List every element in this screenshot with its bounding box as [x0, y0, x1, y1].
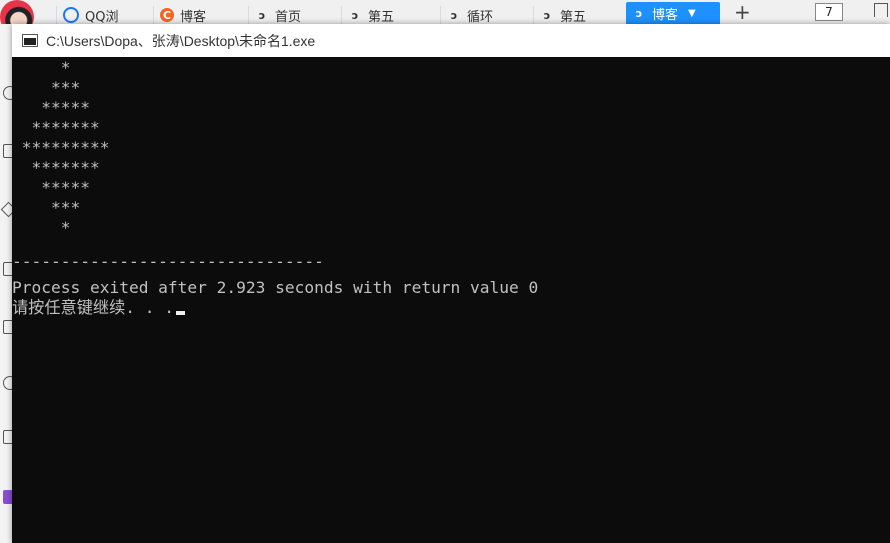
- browser-tab-fifth-1[interactable]: ↄ 第五: [341, 6, 439, 24]
- csdn-blog-icon: C: [160, 8, 174, 22]
- qq-browser-icon: [63, 7, 79, 23]
- paw-icon: ↄ: [351, 8, 359, 22]
- console-window-title: C:\Users\Dopa、张涛\Desktop\未命名1.exe: [46, 32, 316, 49]
- console-prompt-line: 请按任意键继续. . .: [12, 298, 186, 318]
- star-icon[interactable]: [0, 201, 12, 218]
- console-process-exit-line: Process exited after 2.923 seconds with …: [12, 278, 539, 297]
- tab-label: QQ浏: [85, 9, 119, 25]
- chevron-down-icon[interactable]: ▼: [688, 8, 696, 19]
- text-cursor: [176, 311, 186, 315]
- browser-tab-qq[interactable]: QQ浏: [56, 6, 152, 24]
- tab-label: 博客: [652, 7, 679, 23]
- browser-tab-fifth-2[interactable]: ↄ 第五: [533, 6, 625, 24]
- console-line: *: [12, 218, 71, 237]
- paw-icon: ↄ: [543, 8, 551, 22]
- tab-label: 循环: [467, 9, 494, 25]
- console-line: *********: [12, 138, 110, 157]
- tab-label: 第五: [560, 9, 587, 25]
- browser-tab-loop[interactable]: ↄ 循环: [440, 6, 532, 24]
- chat-icon[interactable]: [3, 376, 12, 390]
- console-app-icon: [22, 34, 38, 47]
- console-line: *******: [12, 118, 100, 137]
- window-restore-icon[interactable]: [874, 3, 888, 17]
- history-icon[interactable]: [3, 86, 12, 100]
- console-line: *******: [12, 158, 100, 177]
- console-title-bar[interactable]: C:\Users\Dopa、张涛\Desktop\未命名1.exe: [12, 24, 890, 57]
- console-output[interactable]: * *** ***** ******* ********* ******* **…: [12, 57, 890, 543]
- console-prompt-text: 请按任意键继续. . .: [12, 298, 175, 317]
- console-line: *****: [12, 98, 90, 117]
- console-line: *: [12, 58, 71, 77]
- console-separator: --------------------------------: [12, 252, 324, 271]
- app-icon[interactable]: [3, 490, 12, 504]
- user-avatar[interactable]: [0, 0, 34, 24]
- console-line: ***: [12, 198, 81, 217]
- browser-tab-blog[interactable]: C 博客: [153, 6, 241, 24]
- browser-tab-home[interactable]: ↄ 首页: [248, 6, 340, 24]
- cart-icon[interactable]: [3, 430, 12, 444]
- console-line: *****: [12, 178, 90, 197]
- tab-label: 首页: [275, 9, 302, 25]
- tab-count-badge[interactable]: 7: [815, 3, 843, 21]
- tab-label: 第五: [368, 9, 395, 25]
- video-icon[interactable]: [3, 320, 12, 334]
- notes-icon[interactable]: [3, 144, 12, 158]
- paw-icon: ↄ: [635, 6, 643, 20]
- paw-icon: ↄ: [258, 8, 266, 22]
- new-tab-button[interactable]: +: [734, 2, 751, 22]
- browser-sidebar: [0, 24, 12, 543]
- browser-tab-blog-active[interactable]: ↄ 博客 ▼: [626, 2, 720, 24]
- tab-label: 博客: [180, 9, 207, 25]
- console-line: ***: [12, 78, 81, 97]
- paw-icon: ↄ: [450, 8, 458, 22]
- console-window[interactable]: C:\Users\Dopa、张涛\Desktop\未命名1.exe * *** …: [12, 24, 890, 543]
- folder-icon[interactable]: [3, 262, 12, 276]
- browser-tab-bar: QQ浏 C 博客 ↄ 首页 ↄ 第五 ↄ 循环 ↄ 第五 ↄ 博客 ▼ + 7: [0, 0, 890, 24]
